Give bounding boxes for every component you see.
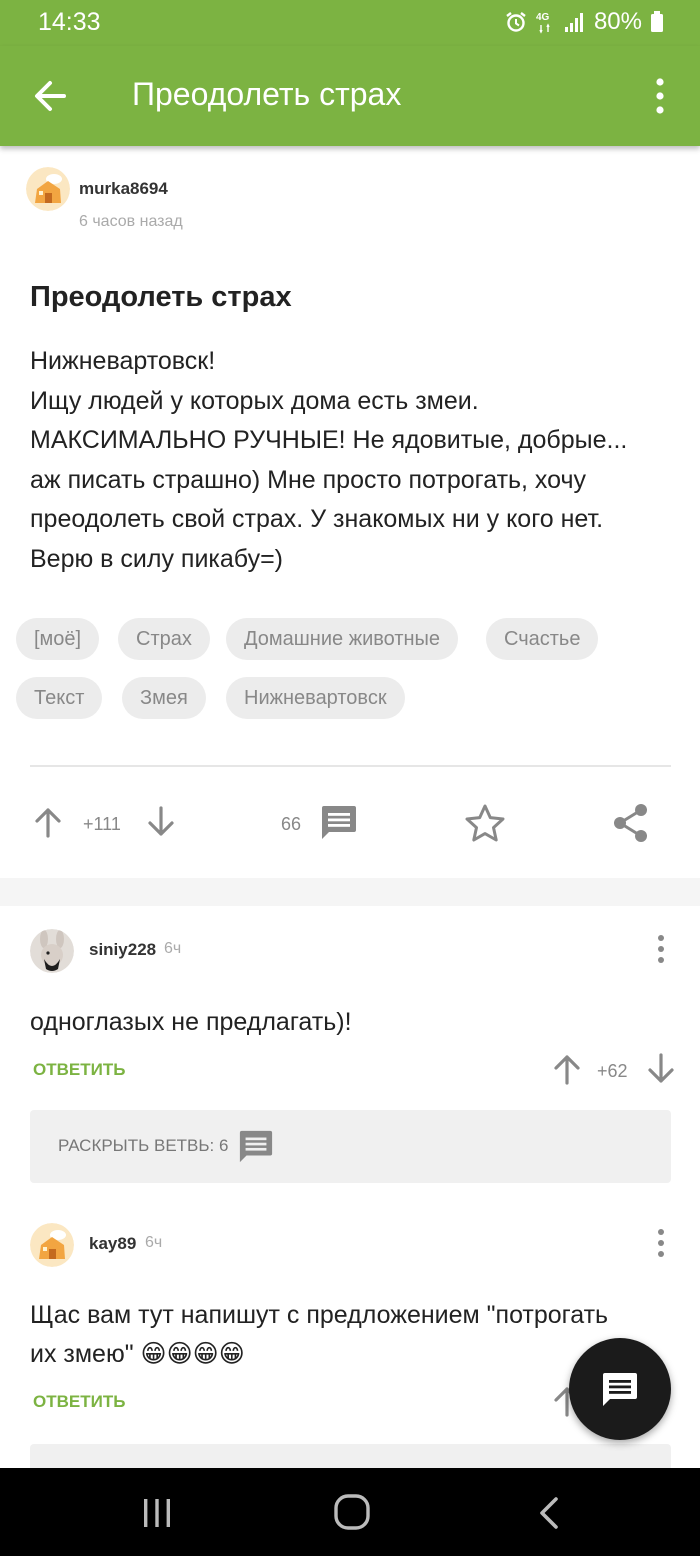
signal-icon <box>564 10 586 34</box>
post-author[interactable]: murka8694 <box>79 179 168 199</box>
recent-apps-icon[interactable] <box>140 1496 174 1535</box>
post-body-line: Нижневартовск! <box>30 347 216 375</box>
tag-chip[interactable]: Нижневартовск <box>226 677 405 719</box>
post-body: Нижневартовск! Ищу людей у которых дома … <box>30 342 680 579</box>
comment-time: 6ч <box>164 940 182 957</box>
comment-text: одноглазых не предлагать)! <box>30 1003 670 1042</box>
tag-chip[interactable]: Текст <box>16 677 103 719</box>
comment-text-line: Щас вам тут напишут с предложением "потр… <box>30 1301 609 1329</box>
comment-text: Щас вам тут напишут с предложением "потр… <box>30 1296 670 1374</box>
tag-chip[interactable]: Змея <box>122 677 206 719</box>
battery-text: 80% <box>593 8 642 35</box>
post-body-line: Верю в силу пикабу=) <box>30 544 283 573</box>
comment-author[interactable]: kay89 <box>89 1234 136 1254</box>
comments-icon <box>237 1129 275 1170</box>
post-body-line: МАКСИМАЛЬНО РУЧНЫЕ! Не ядовитые, добрые.… <box>30 426 628 454</box>
comment-fab[interactable] <box>569 1338 671 1440</box>
status-bar: 14:33 4G 80% <box>0 0 700 46</box>
system-nav-bar <box>0 1468 700 1556</box>
tag-chip[interactable]: Счастье <box>486 618 599 660</box>
comment-author[interactable]: siniy228 <box>89 940 156 960</box>
post-body-line: Ищу людей у которых дома есть змеи. <box>30 386 479 415</box>
back-arrow-icon[interactable] <box>30 78 70 114</box>
section-gap <box>0 878 700 906</box>
back-icon[interactable] <box>536 1496 562 1535</box>
downvote-arrow-icon[interactable] <box>147 806 175 843</box>
more-vert-icon[interactable] <box>650 934 672 969</box>
network-4g-icon: 4G <box>536 10 556 34</box>
post-body-line: аж писать страшно) Мне просто потрогать,… <box>30 465 587 494</box>
tag-chip[interactable]: Страх <box>118 618 210 660</box>
status-time: 14:33 <box>38 8 101 36</box>
more-vert-icon[interactable] <box>650 1228 672 1263</box>
tag-chip[interactable]: [моё] <box>16 618 100 660</box>
avatar[interactable] <box>26 167 70 211</box>
post-body-line: преодолеть свой страх. У знакомых ни у к… <box>30 505 604 533</box>
comment-item: siniy228 6ч одноглазых не предлагать)! О… <box>0 906 700 1206</box>
reply-button[interactable]: ОТВЕТИТЬ <box>33 1392 125 1412</box>
home-icon[interactable] <box>333 1493 371 1536</box>
post-title: Преодолеть страх <box>30 281 292 313</box>
comments-count: 66 <box>281 814 302 834</box>
post-time: 6 часов назад <box>79 213 183 230</box>
post-rating: +111 <box>83 814 121 834</box>
expand-thread-label: РАСКРЫТЬ ВЕТВЬ: 6 <box>58 1136 229 1155</box>
upvote-arrow-icon[interactable] <box>553 1053 581 1090</box>
star-icon[interactable] <box>464 803 506 848</box>
expand-thread-button[interactable]: РАСКРЫТЬ ВЕТВЬ: 6 <box>30 1110 671 1183</box>
avatar[interactable] <box>30 1223 74 1267</box>
battery-icon <box>650 10 664 34</box>
avatar[interactable] <box>30 929 74 973</box>
comments-icon[interactable] <box>319 804 359 847</box>
page-title: Преодолеть страх <box>132 76 402 112</box>
post-card: murka8694 6 часов назад Преодолеть страх… <box>0 146 700 878</box>
more-vert-icon[interactable] <box>648 76 672 116</box>
tag-chip[interactable]: Домашние животные <box>226 618 459 660</box>
comment-text-line: одноглазых не предлагать)! <box>30 1008 352 1036</box>
upvote-arrow-icon[interactable] <box>34 806 62 843</box>
comment-rating: +62 <box>597 1061 628 1081</box>
downvote-arrow-icon[interactable] <box>647 1053 675 1090</box>
reply-button[interactable]: ОТВЕТИТЬ <box>33 1060 125 1080</box>
alarm-icon <box>504 10 528 34</box>
comment-icon <box>600 1371 640 1414</box>
app-bar: Преодолеть страх <box>0 46 700 146</box>
divider <box>30 765 671 767</box>
share-icon[interactable] <box>612 803 650 848</box>
status-icons: 4G 80% <box>504 8 664 36</box>
post-actions: +111 66 <box>0 786 700 856</box>
comment-time: 6ч <box>145 1234 163 1251</box>
